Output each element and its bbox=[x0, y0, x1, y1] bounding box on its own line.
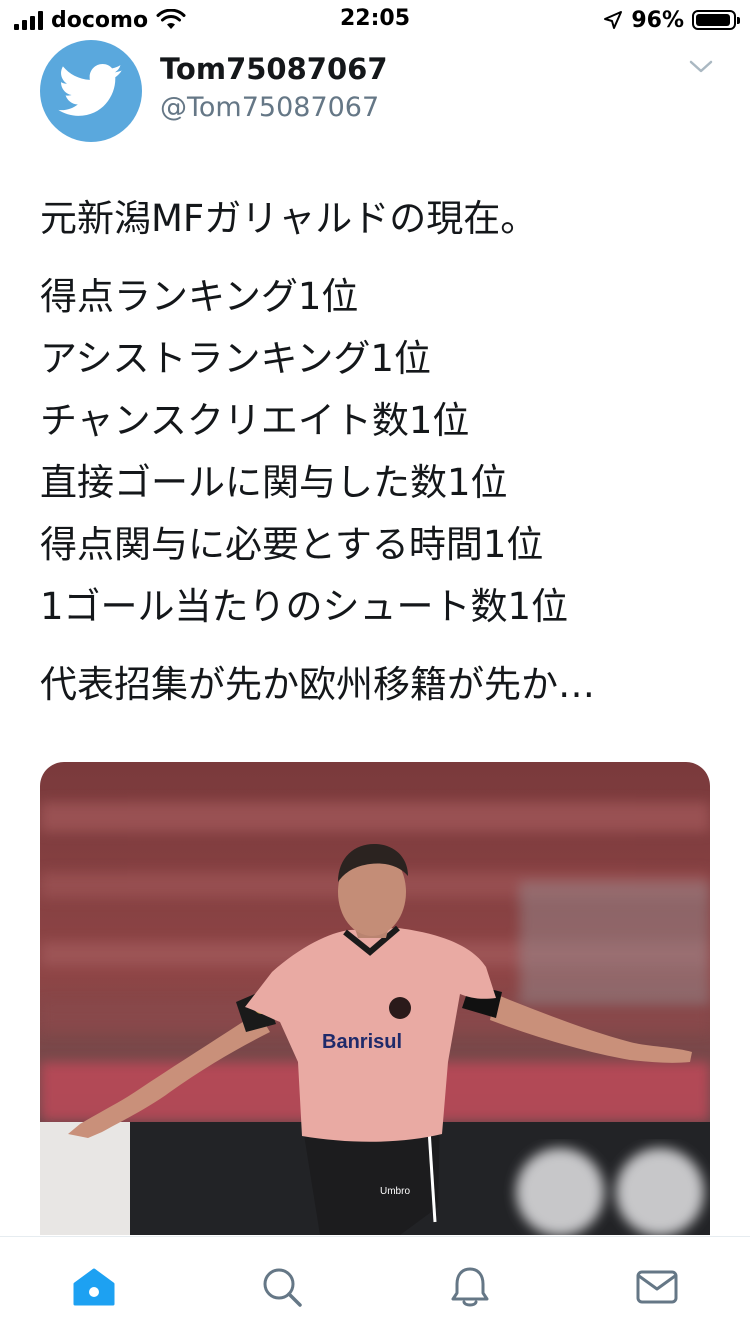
tab-messages[interactable] bbox=[633, 1263, 681, 1311]
avatar[interactable] bbox=[40, 40, 142, 142]
search-icon bbox=[263, 1268, 302, 1307]
tweet-media-image[interactable]: Banrisul Umbro bbox=[40, 762, 710, 1235]
home-icon bbox=[73, 1268, 115, 1306]
tab-home[interactable] bbox=[70, 1263, 118, 1311]
username-handle[interactable]: @Tom75087067 bbox=[160, 92, 379, 123]
tweet-line: 得点関与に必要とする時間1位 bbox=[40, 523, 544, 566]
battery-percentage: 96% bbox=[631, 7, 684, 33]
chevron-down-icon[interactable] bbox=[688, 58, 714, 76]
tweet-line: 直接ゴールに関与した数1位 bbox=[40, 461, 508, 504]
location-arrow-icon bbox=[604, 11, 623, 29]
battery-icon bbox=[692, 10, 740, 30]
bottom-tab-bar bbox=[0, 1236, 750, 1335]
tab-notifications[interactable] bbox=[446, 1263, 494, 1311]
notifications-icon bbox=[451, 1267, 489, 1307]
display-name[interactable]: Tom75087067 bbox=[160, 52, 388, 86]
tweet-line: チャンスクリエイト数1位 bbox=[40, 399, 470, 442]
tweet-line: 得点ランキング1位 bbox=[40, 275, 359, 318]
shorts-brand-text: Umbro bbox=[380, 1186, 410, 1197]
tab-search[interactable] bbox=[258, 1263, 306, 1311]
messages-icon bbox=[636, 1270, 678, 1304]
tweet-line: 代表招集が先か欧州移籍が先か… bbox=[40, 663, 595, 706]
tweet-line: アシストランキング1位 bbox=[40, 337, 431, 380]
tweet-line: 1ゴール当たりのシュート数1位 bbox=[40, 585, 569, 628]
tweet-text: 元新潟MFガリャルドの現在。 得点ランキング1位 アシストランキング1位 チャン… bbox=[40, 188, 720, 716]
tweet-line: 元新潟MFガリャルドの現在。 bbox=[40, 197, 538, 240]
status-bar: docomo 22:05 96% bbox=[0, 0, 750, 40]
twitter-bird-icon bbox=[58, 64, 123, 116]
shirt-sponsor-text: Banrisul bbox=[322, 1031, 402, 1053]
